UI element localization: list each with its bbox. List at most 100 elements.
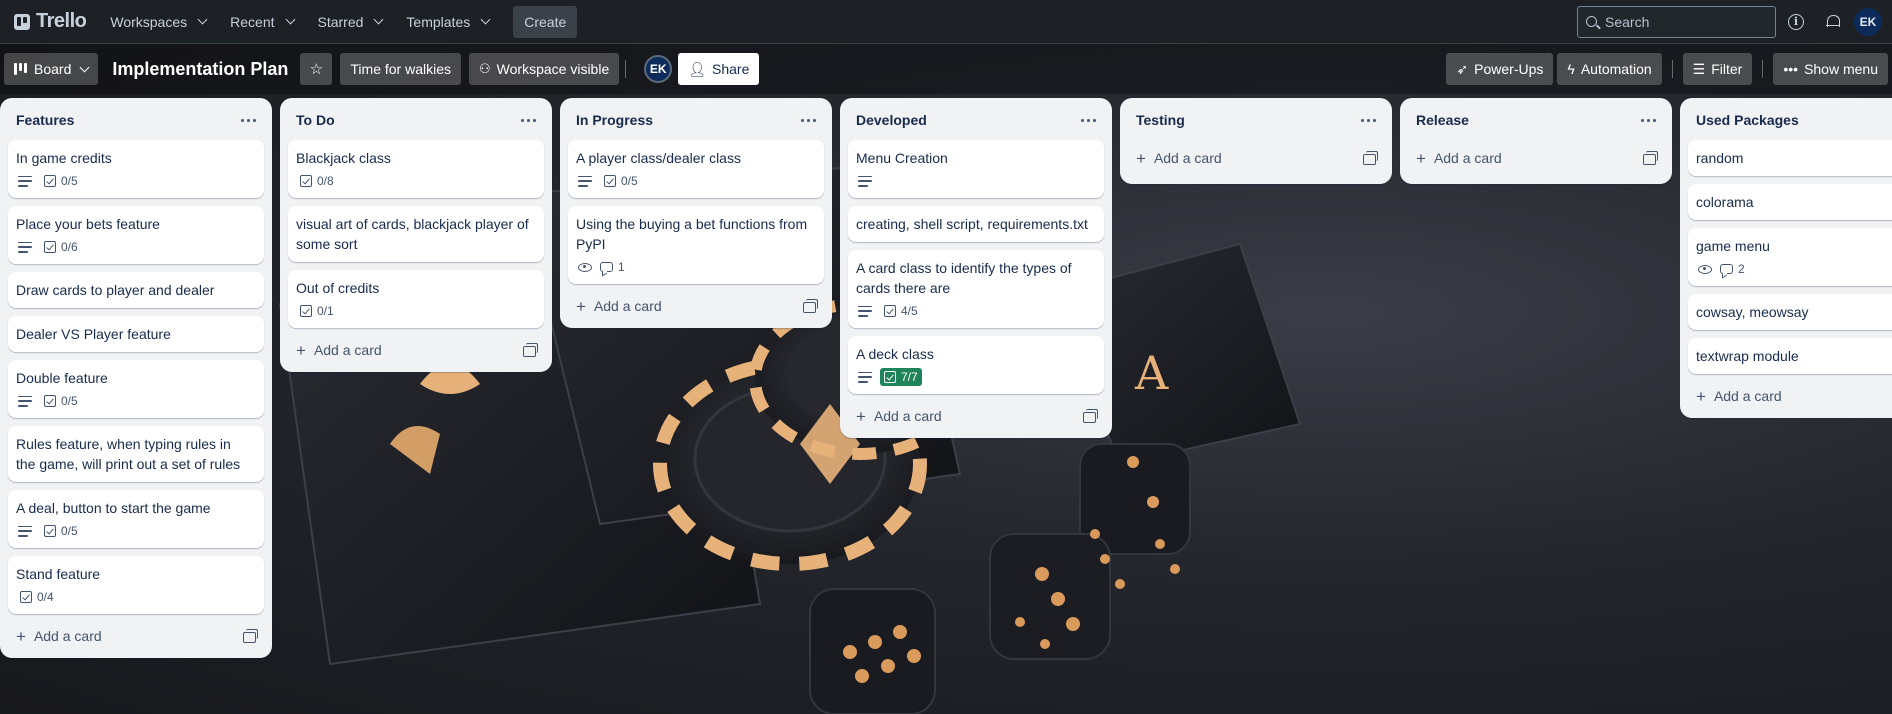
card[interactable]: A deal, button to start the game 0/5 [8, 490, 264, 548]
list-title[interactable]: Testing [1136, 112, 1185, 128]
nav-templates[interactable]: Templates [396, 6, 499, 38]
member-avatar[interactable]: EK [644, 55, 673, 83]
board-view-switcher[interactable]: Board [4, 53, 99, 85]
card[interactable]: Draw cards to player and dealer [8, 272, 264, 308]
card[interactable]: Menu Creation [848, 140, 1104, 198]
list-to-do[interactable]: To Do Blackjack class 0/8 visual art of … [280, 98, 552, 372]
list-used-packages[interactable]: Used Packages random colorama game menu … [1680, 98, 1892, 418]
checklist-icon [44, 241, 56, 253]
list-in-progress[interactable]: In Progress A player class/dealer class … [560, 98, 832, 328]
list-actions-icon[interactable] [512, 104, 544, 136]
card[interactable]: Blackjack class 0/8 [288, 140, 544, 198]
card[interactable]: cowsay, meowsay [1688, 294, 1892, 330]
checklist-badge: 0/4 [16, 588, 58, 606]
show-menu-button[interactable]: ••• Show menu [1773, 53, 1888, 85]
card[interactable]: game menu 2 [1688, 228, 1892, 286]
list-actions-icon[interactable] [232, 104, 264, 136]
trello-logo[interactable]: Trello [8, 6, 96, 38]
create-from-template-icon[interactable] [1352, 142, 1384, 174]
list-features[interactable]: Features In game credits 0/5 Place your … [0, 98, 272, 658]
checklist-badge: 0/6 [40, 238, 82, 256]
people-icon: ⚇ [479, 61, 491, 76]
card[interactable]: random [1688, 140, 1892, 176]
card[interactable]: Rules feature, when typing rules in the … [8, 426, 264, 482]
add-card-button[interactable]: + Add a card [1408, 142, 1510, 174]
list-header: To Do [280, 106, 552, 140]
list-actions-icon[interactable] [1352, 104, 1384, 136]
add-card-button[interactable]: + Add a card [8, 620, 110, 652]
search-box[interactable] [1577, 5, 1776, 38]
account-button[interactable]: EK [1852, 6, 1884, 38]
card[interactable]: colorama [1688, 184, 1892, 220]
create-from-template-icon[interactable] [232, 620, 264, 652]
create-from-template-icon[interactable] [512, 334, 544, 366]
add-card-label: Add a card [313, 342, 382, 358]
card-title: creating, shell script, requirements.txt [856, 216, 1088, 232]
card[interactable]: Using the buying a bet functions from Py… [568, 206, 824, 284]
trello-logo-icon [14, 13, 30, 30]
card-badges: 0/4 [16, 586, 252, 610]
add-card-button[interactable]: + Add a card [1688, 380, 1790, 412]
plus-icon: + [856, 406, 866, 426]
card[interactable]: Dealer VS Player feature [8, 316, 264, 352]
card[interactable]: Stand feature 0/4 [8, 556, 264, 614]
create-from-template-icon[interactable] [792, 290, 824, 322]
card[interactable]: Out of credits 0/1 [288, 270, 544, 328]
list-title[interactable]: Used Packages [1696, 112, 1799, 128]
card-badges: 7/7 [856, 366, 1092, 390]
powerups-button[interactable]: ➶ Power-Ups [1446, 53, 1554, 85]
info-icon: i [1788, 13, 1804, 30]
card[interactable]: A player class/dealer class 0/5 [568, 140, 824, 198]
list-developed[interactable]: Developed Menu Creation creating, shell … [840, 98, 1112, 438]
list-title[interactable]: To Do [296, 112, 335, 128]
create-from-template-icon[interactable] [1632, 142, 1664, 174]
comments-badge: 1 [600, 260, 625, 274]
card[interactable]: In game credits 0/5 [8, 140, 264, 198]
add-card-button[interactable]: + Add a card [1128, 142, 1230, 174]
workspace-button[interactable]: Time for walkies [340, 53, 462, 85]
share-button[interactable]: 👤︎ Share [678, 53, 760, 85]
add-card-button[interactable]: + Add a card [848, 400, 950, 432]
list-footer: + Add a card [840, 394, 1112, 434]
information-button[interactable]: i [1780, 6, 1812, 38]
card[interactable]: visual art of cards, blackjack player of… [288, 206, 544, 262]
chevron-down-icon [285, 14, 295, 25]
filter-button[interactable]: ☰ Filter [1682, 53, 1753, 85]
nav-recent[interactable]: Recent [220, 6, 303, 38]
search-input[interactable] [1605, 13, 1755, 30]
board-title[interactable]: Implementation Plan [98, 59, 300, 80]
list-title[interactable]: Developed [856, 112, 927, 128]
card[interactable]: Place your bets feature 0/6 [8, 206, 264, 264]
comment-count: 1 [618, 260, 625, 274]
checklist-icon [300, 175, 312, 187]
list-testing[interactable]: Testing + Add a card [1120, 98, 1392, 184]
create-button[interactable]: Create [513, 5, 578, 38]
list-title[interactable]: Release [1416, 112, 1469, 128]
add-card-button[interactable]: + Add a card [288, 334, 390, 366]
list-actions-icon[interactable] [1072, 104, 1104, 136]
card[interactable]: textwrap module [1688, 338, 1892, 374]
checklist-count: 0/1 [317, 304, 334, 318]
nav-starred[interactable]: Starred [308, 6, 393, 38]
list-title[interactable]: Features [16, 112, 74, 128]
nav-workspaces[interactable]: Workspaces [100, 6, 216, 38]
star-board-button[interactable]: ☆ [300, 53, 333, 85]
card[interactable]: A deck class 7/7 [848, 336, 1104, 394]
card-badges: 0/1 [296, 300, 532, 324]
card-title: textwrap module [1696, 348, 1799, 364]
list-actions-icon[interactable] [792, 104, 824, 136]
visibility-button[interactable]: ⚇ Workspace visible [469, 53, 620, 85]
list-actions-icon[interactable] [1632, 104, 1664, 136]
checklist-icon [884, 371, 896, 383]
list-title[interactable]: In Progress [576, 112, 653, 128]
card[interactable]: creating, shell script, requirements.txt [848, 206, 1104, 242]
list-release[interactable]: Release + Add a card [1400, 98, 1672, 184]
create-from-template-icon[interactable] [1072, 400, 1104, 432]
add-card-button[interactable]: + Add a card [568, 290, 670, 322]
card[interactable]: A card class to identify the types of ca… [848, 250, 1104, 328]
card[interactable]: Double feature 0/5 [8, 360, 264, 418]
automation-button[interactable]: ϟ Automation [1557, 53, 1662, 85]
notifications-button[interactable] [1816, 6, 1848, 38]
card-title: Using the buying a bet functions from Py… [576, 216, 808, 252]
checklist-badge: 0/5 [40, 522, 82, 540]
